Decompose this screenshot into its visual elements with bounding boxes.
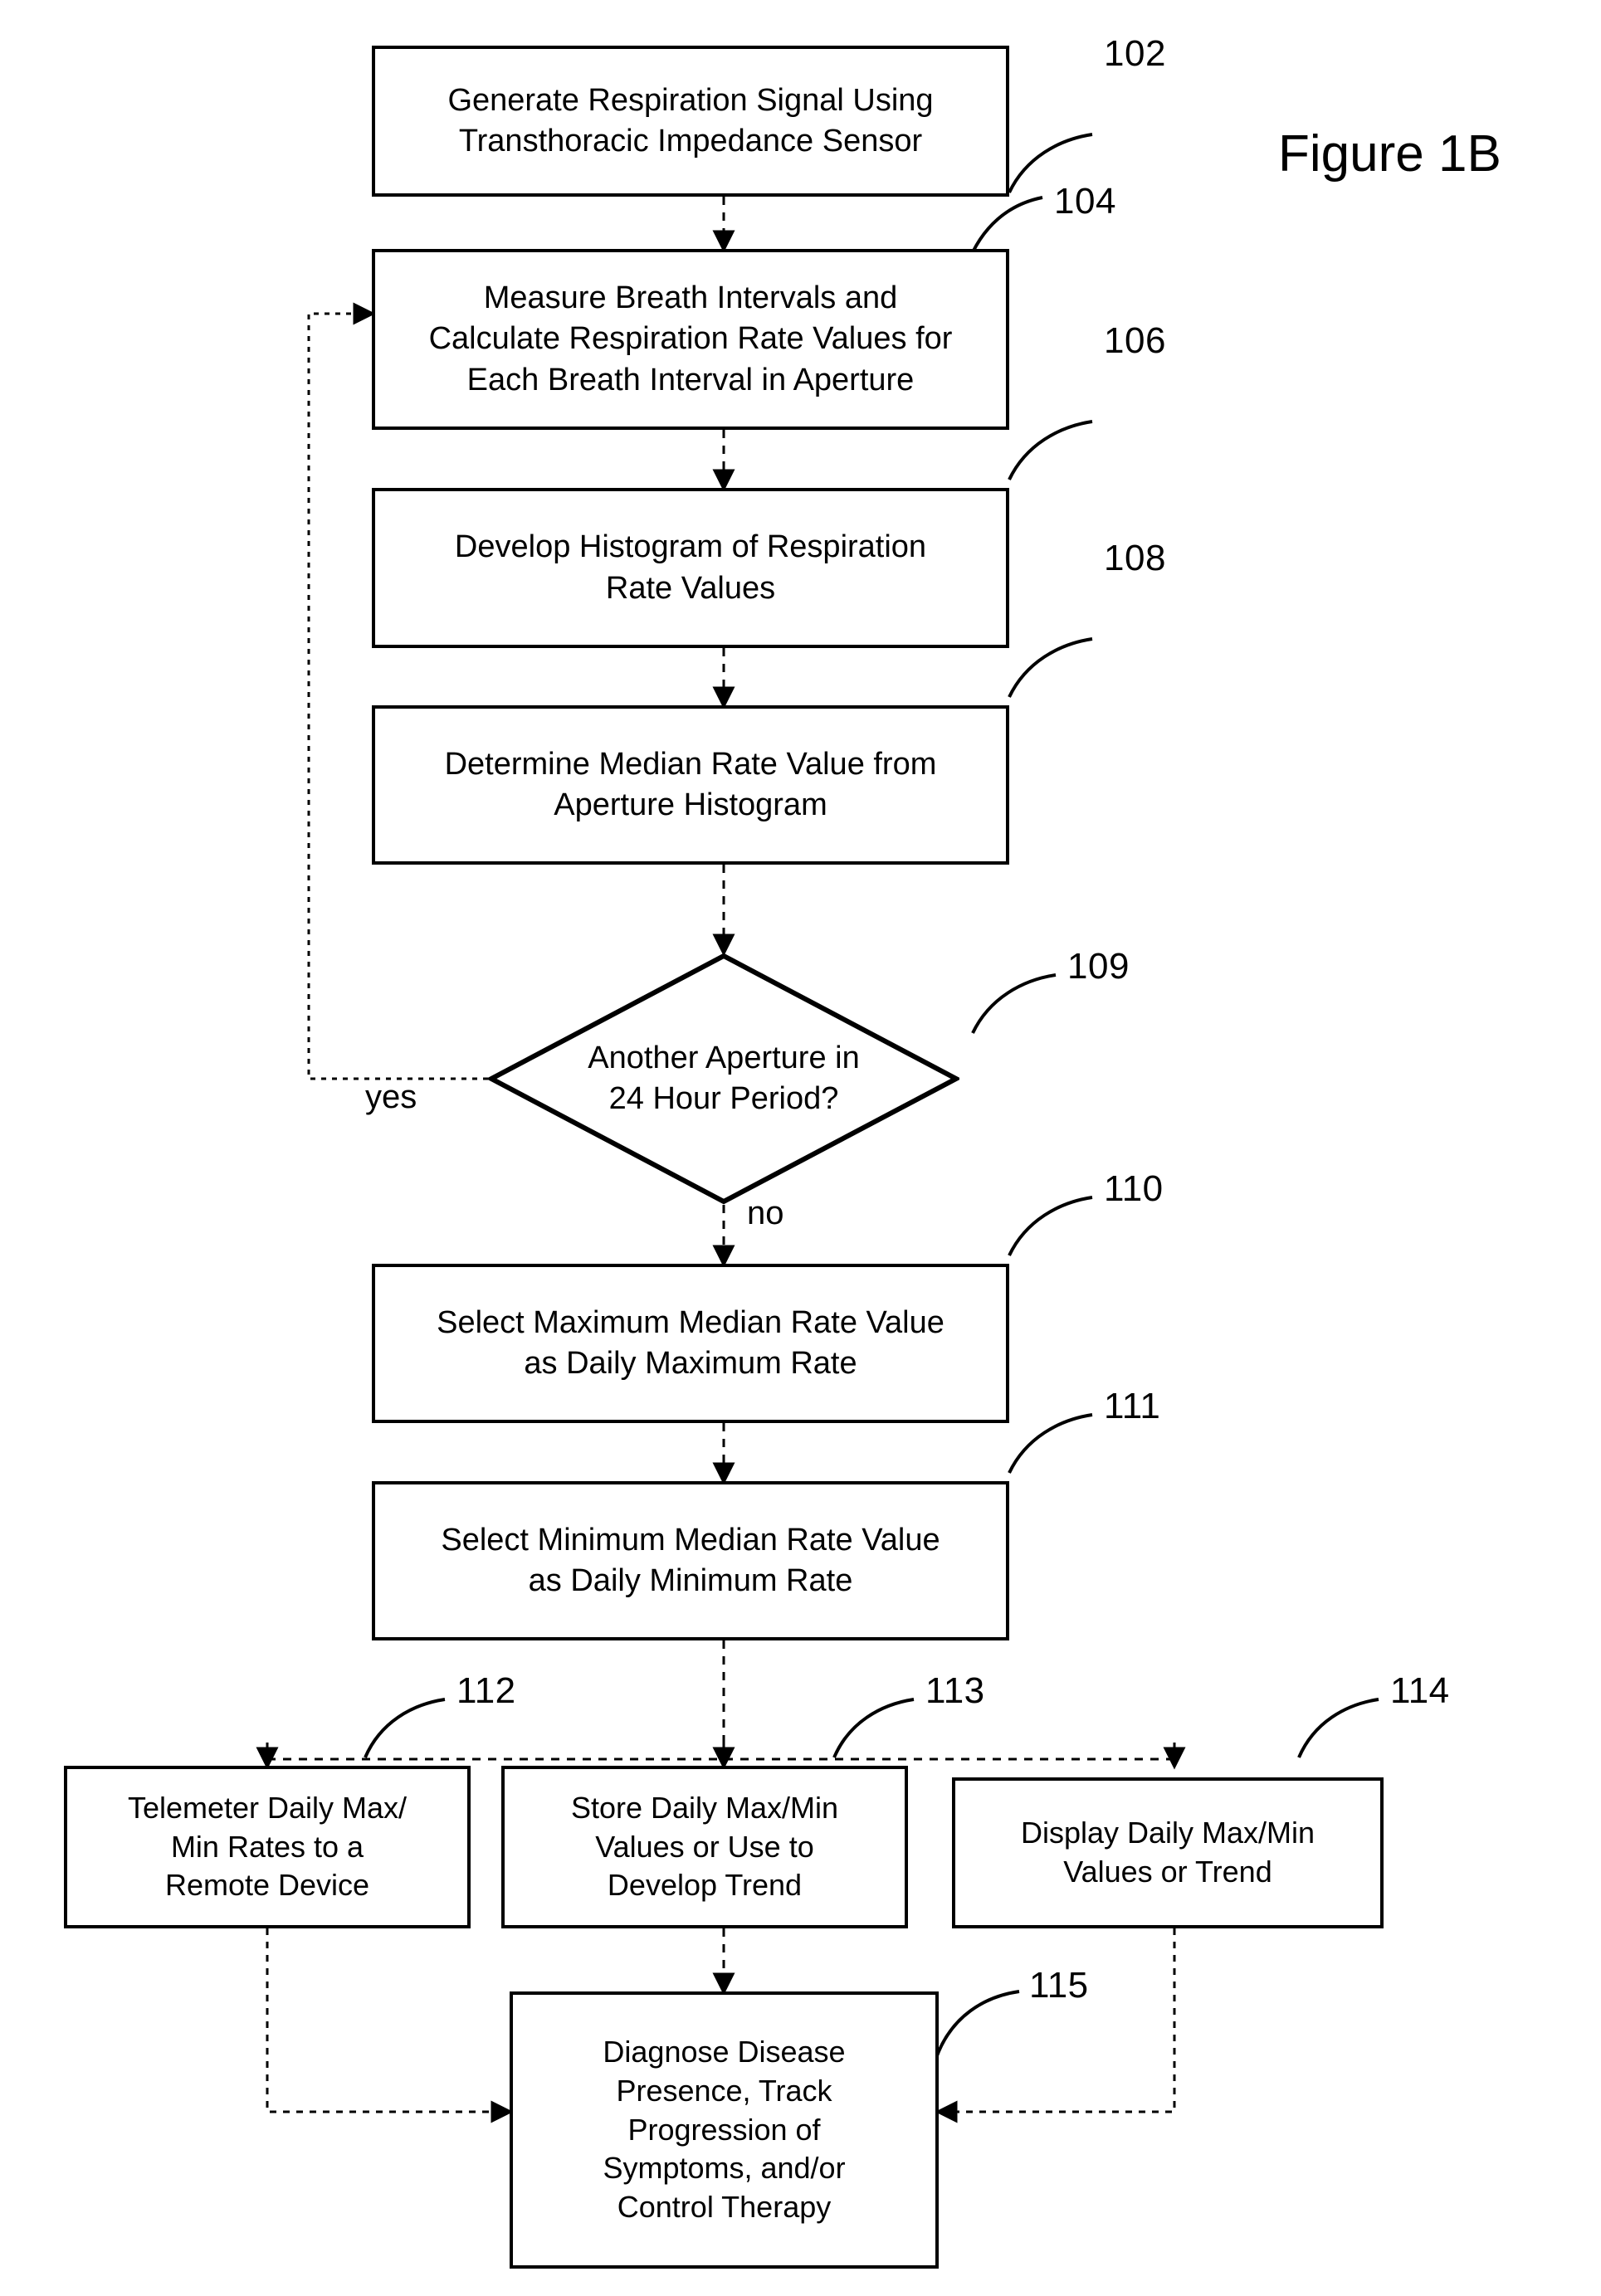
leader-line-115: [935, 1990, 1020, 2059]
process-node-110[interactable]: Select Maximum Median Rate Value as Dail…: [372, 1264, 1009, 1423]
process-node-106-label: Develop Histogram of Respiration Rate Va…: [454, 529, 927, 606]
leader-line-109: [971, 973, 1057, 1034]
ref-number-115: 115: [1029, 1965, 1089, 2006]
ref-number-110: 110: [1104, 1168, 1164, 1209]
leader-line-106: [1008, 420, 1093, 480]
edge-label-no: no: [747, 1195, 784, 1231]
process-node-102-label: Generate Respiration Signal Using Transt…: [447, 82, 934, 158]
process-node-114[interactable]: Display Daily Max/Min Values or Trend: [952, 1777, 1384, 1928]
process-node-115[interactable]: Diagnose Disease Presence, Track Progres…: [510, 1991, 939, 2269]
edge-label-yes: yes: [365, 1079, 417, 1115]
leader-line-114: [1297, 1698, 1379, 1758]
leader-line-110: [1008, 1196, 1093, 1256]
process-node-108-label: Determine Median Rate Value from Apertur…: [444, 746, 937, 822]
ref-number-112: 112: [456, 1670, 516, 1711]
decision-node-109[interactable]: Another Aperture in 24 Hour Period?: [488, 953, 959, 1205]
leader-line-111: [1008, 1413, 1093, 1474]
ref-number-104: 104: [1054, 181, 1116, 222]
ref-number-102: 102: [1104, 33, 1166, 74]
process-node-112[interactable]: Telemeter Daily Max/ Min Rates to a Remo…: [64, 1766, 471, 1928]
ref-number-111: 111: [1104, 1386, 1161, 1426]
process-node-111-label: Select Minimum Median Rate Value as Dail…: [441, 1522, 940, 1598]
ref-number-106: 106: [1104, 320, 1166, 361]
process-node-114-label: Display Daily Max/Min Values or Trend: [1020, 1816, 1315, 1889]
leader-line-112: [364, 1698, 446, 1758]
figure-canvas: Figure 1B Generate Respiration Signal Us…: [0, 0, 1601, 2296]
connector-112-to-115: [266, 1928, 514, 2123]
leader-line-108: [1008, 637, 1093, 698]
ref-number-113: 113: [925, 1670, 985, 1711]
ref-number-109: 109: [1067, 946, 1130, 987]
process-node-102[interactable]: Generate Respiration Signal Using Transt…: [372, 46, 1009, 197]
process-node-113[interactable]: Store Daily Max/Min Values or Use to Dev…: [501, 1766, 908, 1928]
process-node-115-label: Diagnose Disease Presence, Track Progres…: [603, 2035, 846, 2225]
figure-title: Figure 1B: [1278, 125, 1501, 183]
process-node-104-label: Measure Breath Intervals and Calculate R…: [428, 280, 953, 397]
process-node-104[interactable]: Measure Breath Intervals and Calculate R…: [372, 249, 1009, 430]
connector-114-to-115: [935, 1928, 1176, 2123]
process-node-108[interactable]: Determine Median Rate Value from Apertur…: [372, 705, 1009, 865]
leader-line-113: [832, 1698, 915, 1758]
process-node-110-label: Select Maximum Median Rate Value as Dail…: [437, 1304, 944, 1381]
process-node-112-label: Telemeter Daily Max/ Min Rates to a Remo…: [127, 1790, 408, 1903]
ref-number-114: 114: [1390, 1670, 1450, 1711]
process-node-111[interactable]: Select Minimum Median Rate Value as Dail…: [372, 1481, 1009, 1640]
process-node-106[interactable]: Develop Histogram of Respiration Rate Va…: [372, 488, 1009, 648]
process-node-113-label: Store Daily Max/Min Values or Use to Dev…: [570, 1790, 839, 1903]
ref-number-108: 108: [1104, 538, 1166, 578]
decision-node-109-label: Another Aperture in 24 Hour Period?: [588, 1040, 860, 1116]
